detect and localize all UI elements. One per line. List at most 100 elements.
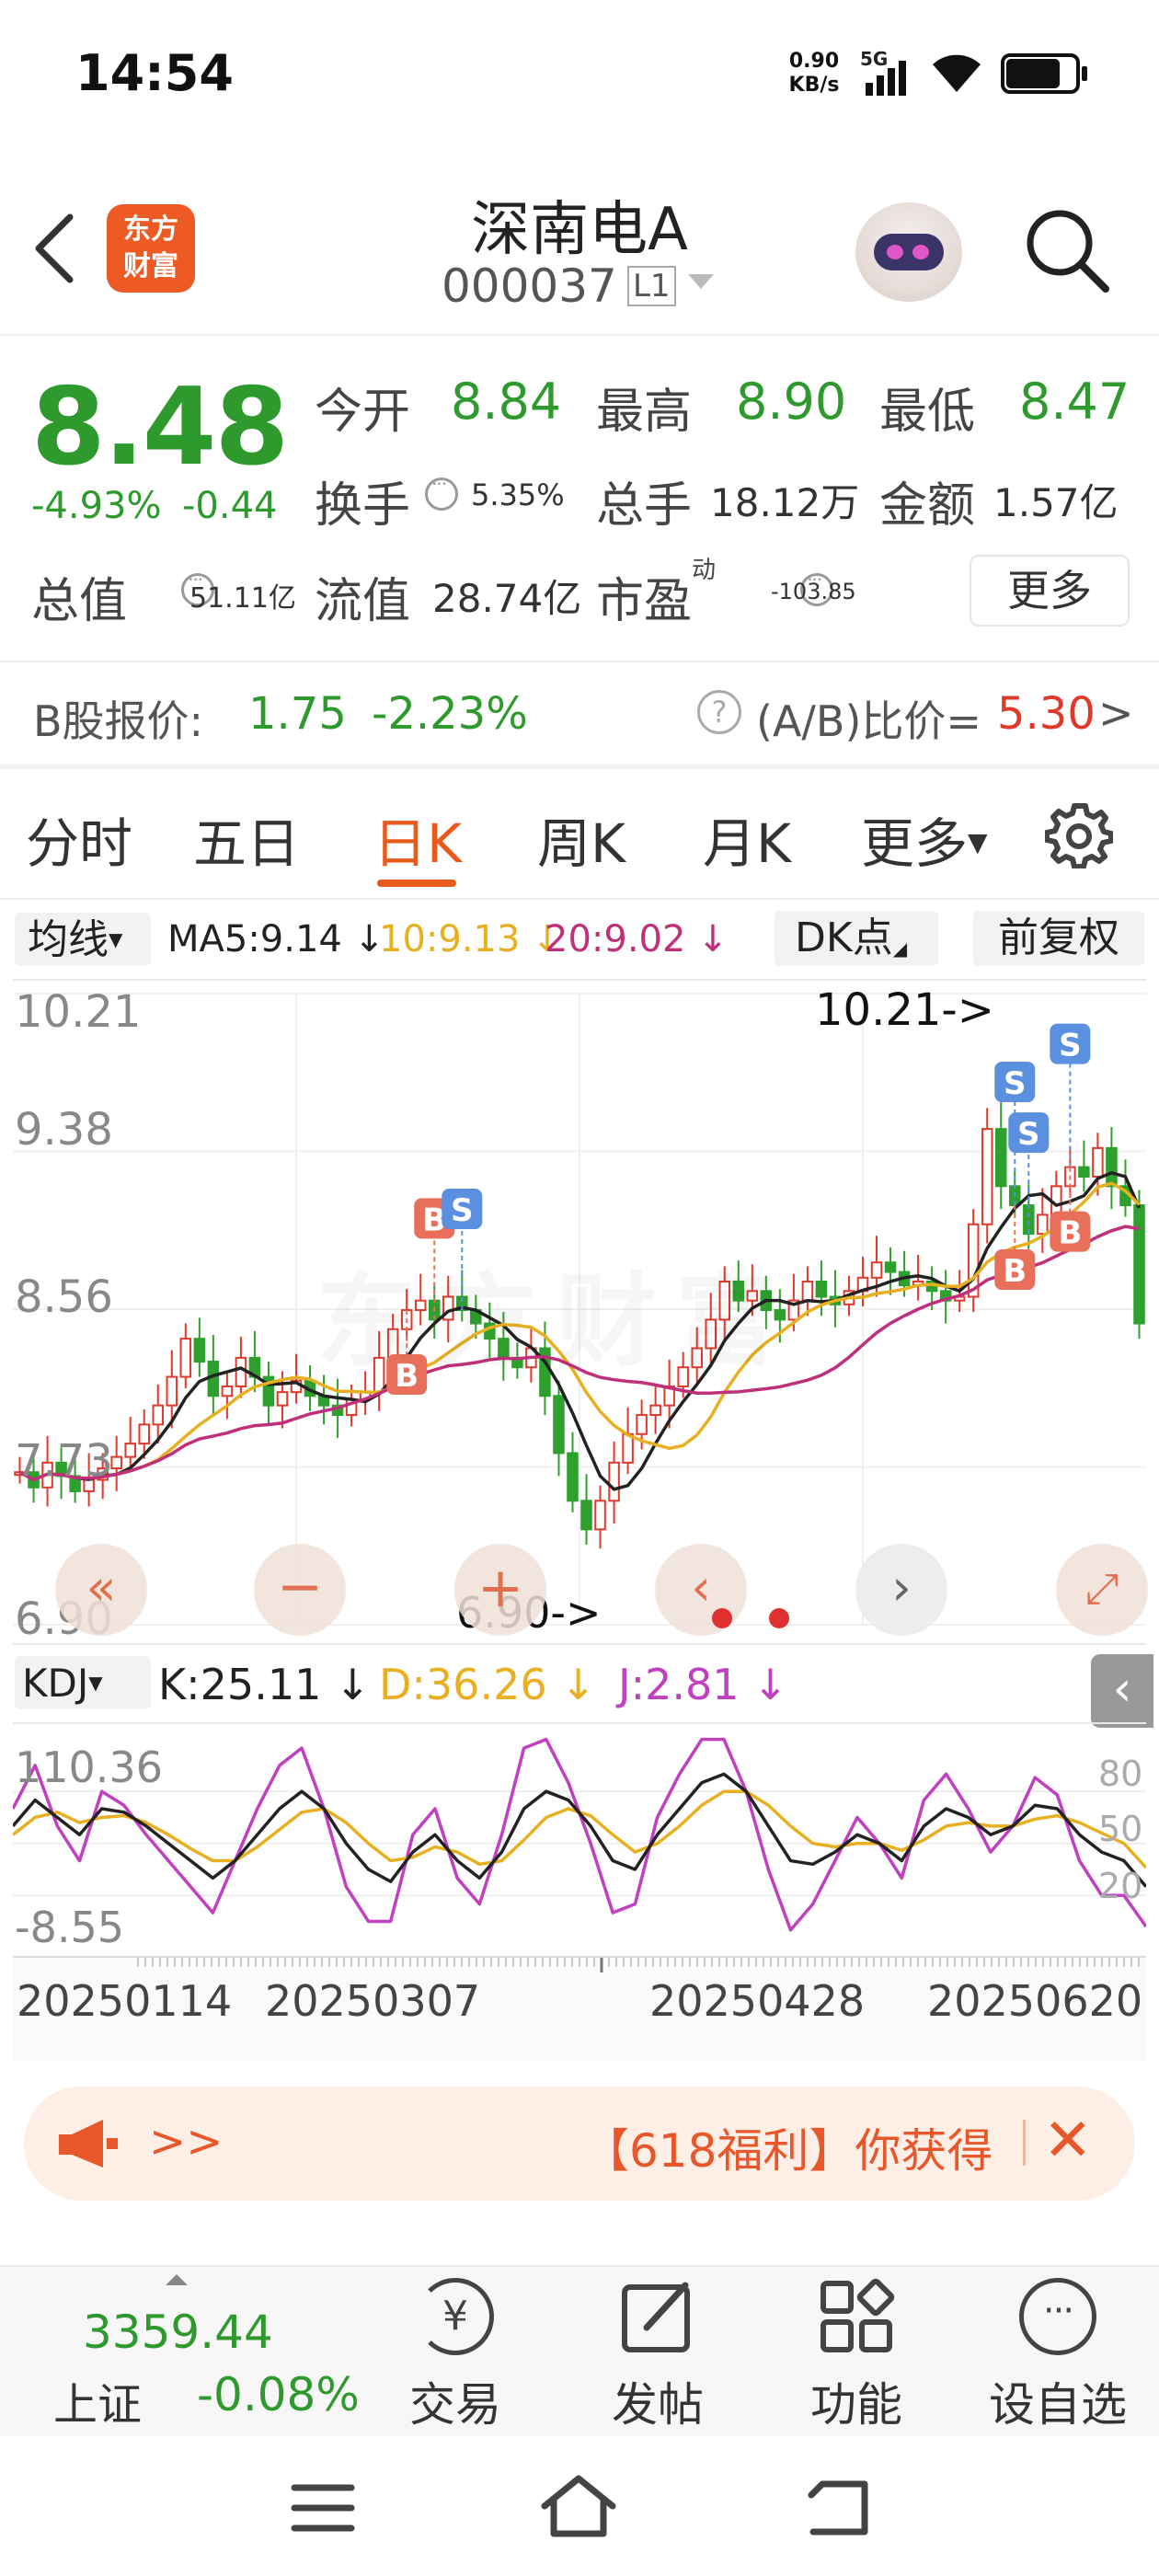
kline-chart[interactable]: BBSSSSBB 东方财富 10.21 9.38 8.56 7.73 6.90 … [13,979,1148,1645]
tab-weekly-k[interactable]: 周K [537,800,625,878]
kdj-level-label: 20 [1098,1866,1143,1906]
home-icon[interactable] [539,2473,618,2539]
back-icon[interactable] [31,212,77,285]
candle-body [636,1414,648,1435]
candle-body [594,1500,606,1531]
date-label: 20250428 [649,1976,866,2026]
candle-body [138,1423,150,1445]
banner-separator [1023,2120,1026,2166]
candle-body [221,1385,234,1397]
search-icon[interactable] [1021,204,1113,296]
index-change: -0.08% [197,2368,360,2421]
help-icon[interactable]: ? [697,690,741,734]
kdj-j-line [13,1737,1146,1932]
turnover-value: 5.35% [471,477,565,512]
chart-watermark: 东方财富 [316,1238,795,1386]
net-speed-unit: KB/s [788,74,840,97]
grid-icon [820,2278,895,2352]
nav-post[interactable]: 发帖 [598,2278,717,2434]
nav-trade[interactable]: ¥ 交易 [396,2278,515,2434]
float-label: 流值 [315,574,411,629]
megaphone-icon [59,2120,118,2168]
nav-function-label: 功能 [810,2378,902,2432]
corner-caret-icon: ◢ [892,937,908,960]
fullscreen-button[interactable]: ⤢ [1056,1544,1148,1636]
stock-code-row[interactable]: 000037 L1 [442,259,736,315]
logo-line2: 财富 [123,250,178,282]
pe-label: 市盈 [596,574,693,629]
bshare-label: B股报价: [33,696,204,746]
kdj-select[interactable]: KDJ▼ [15,1656,151,1709]
candle-body [870,1261,883,1279]
nav-watchlist-label: 设自选 [989,2378,1127,2432]
zoom-in-button[interactable]: + [454,1544,546,1636]
edit-icon [622,2282,690,2352]
scroll-left-button[interactable]: ‹ [655,1544,747,1636]
volume-value: 18.12万 [710,480,860,525]
ma-indicator-bar: 均线▼ MA5:9.14 ↓ 10:9.13 ↓ 20:9.02 ↓ DK点◢ … [0,902,1159,975]
tab-monthly-k[interactable]: 月K [703,800,791,878]
price-axis-label: 9.38 [15,1104,113,1156]
close-icon[interactable]: ✕ [1043,2107,1093,2175]
banner-text: 【618福利】你获得 [583,2124,993,2178]
tab-more[interactable]: 更多▼ [861,800,988,878]
ma-select[interactable]: 均线▼ [15,913,151,966]
candle-body [608,1461,620,1502]
bshare-row[interactable]: B股报价: 1.75 -2.23% ? (A/B)比价= 5.30 > [0,662,1159,764]
low-value: 8.47 [1019,373,1130,431]
candle-body [1133,1204,1145,1325]
current-price: 8.48 [31,365,289,489]
tab-minute[interactable]: 分时 [26,800,132,878]
status-time: 14:54 [75,44,234,102]
high-label: 最高 [596,385,693,440]
back-nav-icon[interactable] [804,2477,872,2537]
scroll-left-fast-button[interactable]: « [55,1544,147,1636]
kdj-svg [13,1737,1146,1932]
zoom-out-button[interactable]: − [254,1544,346,1636]
candle-body [981,1128,993,1225]
sell-signal-letter: S [1059,1028,1082,1064]
divider [0,898,1159,900]
more-button[interactable]: 更多 [970,555,1130,627]
pe-value: -103.85 [771,579,856,604]
candle-body [1092,1146,1104,1178]
price-axis-label: 10.21 [15,986,142,1038]
signal-icon: 5G [860,48,919,96]
kdj-indicator-bar: KDJ▼ K:25.11 ↓ D:36.26 ↓ J:2.81 ↓ ‹ [0,1647,1159,1728]
amount-label: 金额 [879,478,976,534]
index-quote[interactable]: 3359.44 上证 -0.08% [31,2267,362,2438]
candle-body [649,1404,661,1417]
nav-watchlist[interactable]: ··· 设自选 [984,2278,1131,2434]
candle-body [179,1338,192,1378]
chevron-right-icon: > [1098,688,1134,738]
candle-body [1078,1166,1090,1178]
settings-gear-icon[interactable] [1045,800,1113,868]
buy-signal-letter: B [1058,1215,1082,1252]
tab-daily-k[interactable]: 日K [373,800,462,878]
tab-5day[interactable]: 五日 [193,800,300,878]
robot-avatar-icon[interactable] [855,202,962,302]
menu-icon[interactable] [291,2482,355,2534]
collapse-panel-button[interactable]: ‹ [1091,1654,1153,1728]
nav-function[interactable]: 功能 [797,2278,916,2434]
candle-body [193,1338,206,1363]
kdj-d-value: D:36.26 ↓ [379,1660,596,1709]
kdj-level-label: 80 [1098,1754,1143,1794]
candle-body [815,1280,828,1298]
adjust-button[interactable]: 前复权 [973,911,1144,966]
candle-body [884,1261,897,1273]
promo-banner[interactable]: >> 【618福利】你获得 ✕ [24,2087,1135,2201]
kdj-top-value: 110.36 [15,1742,163,1792]
ma5-value: MA5:9.14 ↓ [167,918,385,960]
ma10-value: 10:9.13 ↓ [379,918,563,960]
info-dots-icon[interactable] [425,473,458,511]
dk-point-button[interactable]: DK点◢ [775,911,938,966]
kdj-chart[interactable]: 110.36 -8.55 80 50 20 [13,1722,1146,1956]
stock-name: 深南电A [471,196,688,264]
net-speed-value: 0.90 [788,50,840,73]
eastmoney-logo[interactable]: 东方 财富 [107,204,195,293]
candle-body [553,1395,565,1455]
candle-body [567,1452,579,1502]
scroll-right-button[interactable]: › [855,1544,947,1636]
banner-arrows: >> [149,2116,224,2168]
